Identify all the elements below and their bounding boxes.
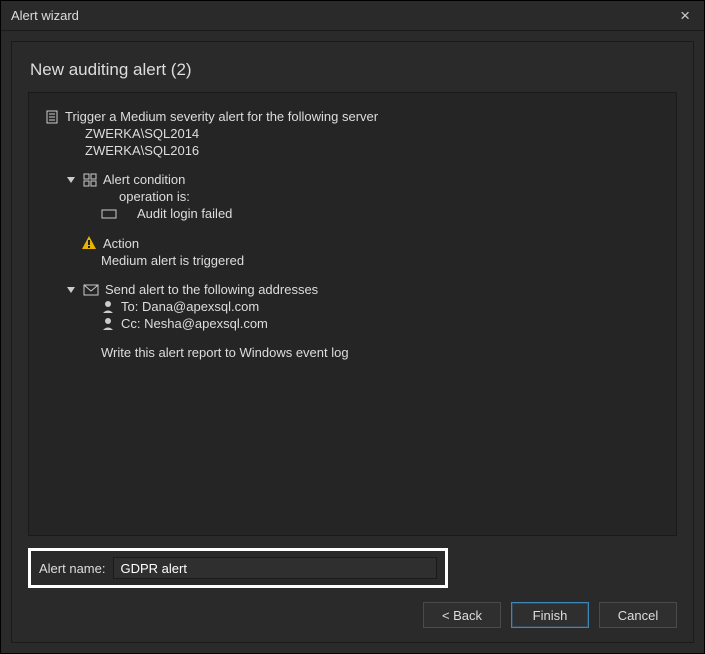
cancel-button[interactable]: Cancel <box>599 602 677 628</box>
to-label: To: <box>121 299 142 314</box>
recipient-to: To: Dana@apexsql.com <box>101 299 660 314</box>
condition-value-row: Audit login failed <box>101 206 660 221</box>
back-button[interactable]: < Back <box>423 602 501 628</box>
trigger-row: Trigger a Medium severity alert for the … <box>45 109 660 124</box>
alert-wizard-window: Alert wizard × New auditing alert (2) Tr… <box>0 0 705 654</box>
expand-icon <box>67 177 75 183</box>
server-icon <box>45 110 59 124</box>
titlebar: Alert wizard × <box>1 1 704 31</box>
to-value: Dana@apexsql.com <box>142 299 259 314</box>
server-item: ZWERKA\SQL2014 <box>85 126 660 141</box>
page-title: New auditing alert (2) <box>30 60 677 80</box>
person-icon <box>101 300 115 314</box>
condition-op: operation is: <box>119 189 660 204</box>
cc-label: Cc: <box>121 316 144 331</box>
window-title: Alert wizard <box>11 8 79 23</box>
warning-icon <box>81 235 97 251</box>
recipient-cc: Cc: Nesha@apexsql.com <box>101 316 660 331</box>
finish-button[interactable]: Finish <box>511 602 589 628</box>
mail-icon <box>83 284 99 296</box>
condition-value: Audit login failed <box>137 206 232 221</box>
action-row: Action <box>81 235 660 251</box>
condition-icon <box>83 173 97 187</box>
alert-name-label: Alert name: <box>39 561 105 576</box>
event-log-text: Write this alert report to Windows event… <box>101 345 660 360</box>
server-item: ZWERKA\SQL2016 <box>85 143 660 158</box>
alert-name-input[interactable] <box>113 557 437 579</box>
action-text: Medium alert is triggered <box>101 253 660 268</box>
send-row[interactable]: Send alert to the following addresses <box>67 282 660 297</box>
send-header: Send alert to the following addresses <box>105 282 318 297</box>
wizard-body: New auditing alert (2) Trigger a Medium … <box>11 41 694 643</box>
trigger-text: Trigger a Medium severity alert for the … <box>65 109 378 124</box>
condition-row[interactable]: Alert condition <box>67 172 660 187</box>
expand-icon <box>67 287 75 293</box>
wizard-buttons: < Back Finish Cancel <box>28 602 677 628</box>
alert-name-section: Alert name: <box>28 548 448 588</box>
tag-icon <box>101 209 117 219</box>
cc-value: Nesha@apexsql.com <box>144 316 268 331</box>
close-icon[interactable]: × <box>676 6 694 26</box>
condition-header: Alert condition <box>103 172 185 187</box>
summary-panel: Trigger a Medium severity alert for the … <box>28 92 677 536</box>
person-icon <box>101 317 115 331</box>
action-header: Action <box>103 236 139 251</box>
